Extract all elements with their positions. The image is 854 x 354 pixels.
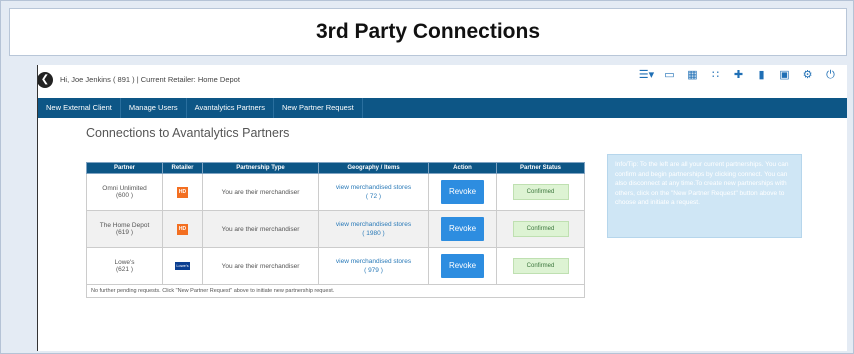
view-stores-link[interactable]: view merchandised stores: [336, 221, 411, 228]
store-count[interactable]: ( 979 ): [364, 267, 383, 274]
col-partnership-type: Partnership Type: [202, 162, 319, 174]
col-geography: Geography / Items: [318, 162, 429, 174]
page-title: Connections to Avantalytics Partners: [86, 126, 290, 140]
retailer-cell: Lowe's: [162, 247, 203, 285]
table-row: Omni Unlimited (600 ) HD You are their me…: [86, 173, 585, 211]
action-cell: Revoke: [428, 173, 497, 211]
action-cell: Revoke: [428, 210, 497, 248]
retailer-cell: HD: [162, 210, 203, 248]
status-badge: Confirmed: [512, 184, 569, 200]
partner-name: Omni Unlimited: [102, 185, 147, 192]
action-cell: Revoke: [428, 247, 497, 285]
nav-avantalytics-partners[interactable]: Avantalytics Partners: [187, 98, 274, 118]
lowes-logo-icon: Lowe's: [175, 262, 190, 270]
grid-icon[interactable]: ▦: [681, 68, 704, 82]
col-retailer: Retailer: [162, 162, 203, 174]
window-frame: 3rd Party Connections ❮ Hi, Joe Jenkins …: [0, 0, 854, 354]
partner-id: (621 ): [116, 266, 133, 273]
pending-requests-note: No further pending requests. Click "New …: [86, 284, 585, 298]
window-title: 3rd Party Connections: [315, 20, 541, 43]
col-partner: Partner: [86, 162, 163, 174]
title-band: 3rd Party Connections: [9, 8, 847, 56]
top-bar: ❮ Hi, Joe Jenkins ( 891 ) | Current Reta…: [38, 65, 847, 98]
partner-name: Lowe's: [114, 259, 135, 266]
nav-manage-users[interactable]: Manage Users: [121, 98, 187, 118]
retailer-cell: HD: [162, 173, 203, 211]
save-icon[interactable]: ▣: [773, 68, 796, 82]
store-count[interactable]: ( 72 ): [366, 193, 381, 200]
nav-new-external-client[interactable]: New External Client: [38, 98, 121, 118]
table-row: Lowe's (621 ) Lowe's You are their mercha…: [86, 247, 585, 285]
nav-new-partner-request[interactable]: New Partner Request: [274, 98, 363, 118]
toolbar-icons: ☰▾ ▭ ▦ ∷ ✚ ▮ ▣ ⚙ ⏻: [635, 68, 842, 82]
status-cell: Confirmed: [496, 247, 585, 285]
status-cell: Confirmed: [496, 173, 585, 211]
plus-icon[interactable]: ✚: [727, 68, 750, 82]
user-greeting: Hi, Joe Jenkins ( 891 ) | Current Retail…: [60, 75, 240, 84]
table-footer-row: No further pending requests. Click "New …: [86, 284, 585, 298]
revoke-button[interactable]: Revoke: [441, 254, 484, 278]
partner-id: (600 ): [116, 192, 133, 199]
app-panel: ❮ Hi, Joe Jenkins ( 891 ) | Current Reta…: [37, 65, 847, 351]
geography-cell[interactable]: view merchandised stores ( 72 ): [318, 173, 429, 211]
revoke-button[interactable]: Revoke: [441, 217, 484, 241]
desktop-icon[interactable]: ▭: [658, 68, 681, 82]
home-depot-logo-icon: HD: [177, 186, 188, 198]
power-icon[interactable]: ⏻: [819, 68, 842, 82]
geography-cell[interactable]: view merchandised stores ( 979 ): [318, 247, 429, 285]
table-header-row: Partner Retailer Partnership Type Geogra…: [86, 162, 585, 174]
status-badge: Confirmed: [512, 258, 569, 274]
status-cell: Confirmed: [496, 210, 585, 248]
partner-cell: Lowe's (621 ): [86, 247, 163, 285]
partnership-type: You are their merchandiser: [202, 173, 319, 211]
main-nav: New External Client Manage Users Avantal…: [38, 98, 847, 118]
partner-name: The Home Depot: [99, 222, 150, 229]
partner-id: (619 ): [116, 229, 133, 236]
partner-cell: The Home Depot (619 ): [86, 210, 163, 248]
revoke-button[interactable]: Revoke: [441, 180, 484, 204]
file-icon[interactable]: ▮: [750, 68, 773, 82]
view-stores-link[interactable]: view merchandised stores: [336, 184, 411, 191]
list-icon[interactable]: ☰▾: [635, 68, 658, 82]
status-badge: Confirmed: [512, 221, 569, 237]
store-count[interactable]: ( 1980 ): [362, 230, 384, 237]
partnership-type: You are their merchandiser: [202, 210, 319, 248]
table-row: The Home Depot (619 ) HD You are their me…: [86, 210, 585, 248]
info-tip: Info/Tip: To the left are all your curre…: [607, 154, 802, 238]
geography-cell[interactable]: view merchandised stores ( 1980 ): [318, 210, 429, 248]
apps-icon[interactable]: ∷: [704, 68, 727, 82]
partners-table: Partner Retailer Partnership Type Geogra…: [86, 162, 585, 298]
settings-icon[interactable]: ⚙: [796, 68, 819, 82]
home-depot-logo-icon: HD: [177, 223, 188, 235]
col-partner-status: Partner Status: [496, 162, 585, 174]
partnership-type: You are their merchandiser: [202, 247, 319, 285]
partner-cell: Omni Unlimited (600 ): [86, 173, 163, 211]
view-stores-link[interactable]: view merchandised stores: [336, 258, 411, 265]
col-action: Action: [428, 162, 497, 174]
back-arrow-icon[interactable]: ❮: [38, 72, 53, 88]
